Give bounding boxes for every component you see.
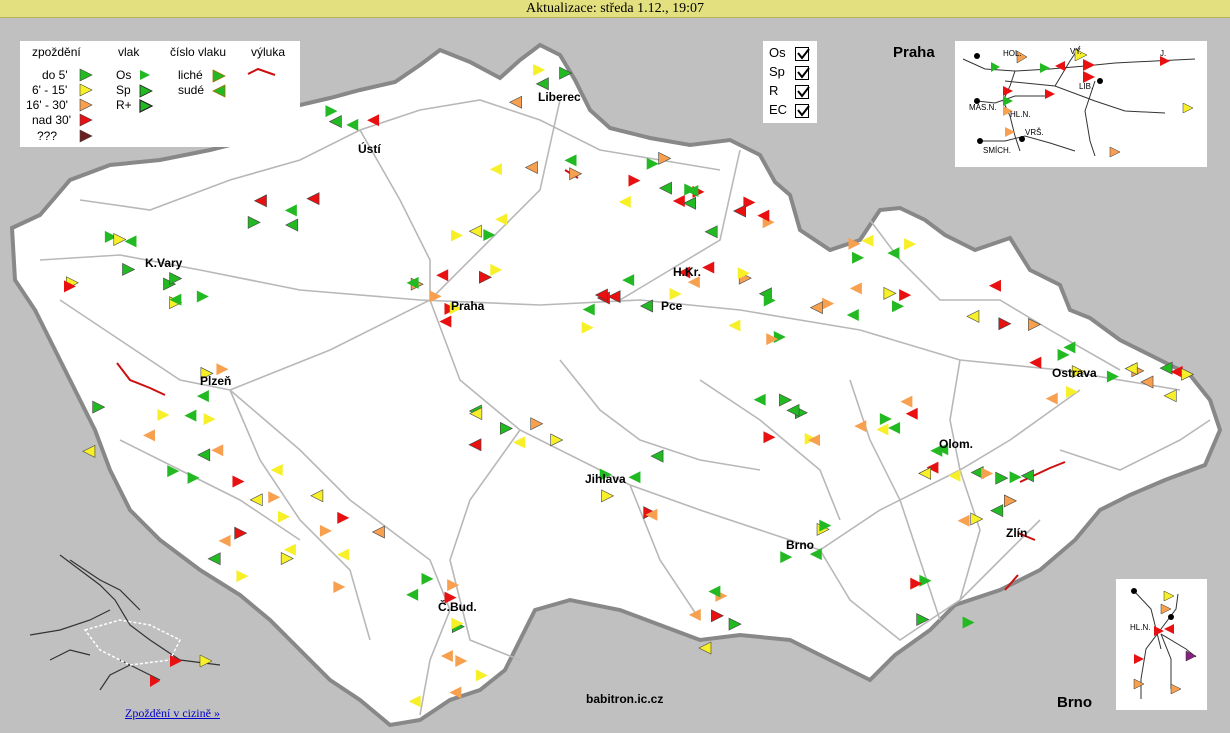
brno-inset[interactable]: HL.N. (1116, 579, 1207, 710)
site-url: babitron.ic.cz (586, 692, 664, 706)
brno-inset-label-hln: HL.N. (1130, 623, 1150, 632)
city-kvary: K.Vary (145, 256, 183, 270)
praha-inset-label-smich: SMÍCH. (983, 146, 1011, 155)
check-icon (797, 48, 810, 60)
legend-panel: zpoždění vlak číslo vlaku výluka do 5' 6… (20, 41, 300, 147)
check-icon (797, 105, 810, 117)
city-zlin: Zlín (1006, 526, 1028, 540)
praha-inset[interactable]: HOL. VY. J. LIB. MAS.N. HL.N. VRŠ. SMÍCH… (955, 41, 1207, 167)
city-jihlava: Jihlava (585, 472, 626, 486)
praha-inset-label-vrs: VRŠ. (1025, 128, 1044, 137)
praha-inset-map: HOL. VY. J. LIB. MAS.N. HL.N. VRŠ. SMÍCH… (962, 45, 1196, 158)
praha-inset-title: Praha (893, 44, 935, 61)
city-cbud: Č.Bud. (438, 600, 477, 614)
train-marker[interactable] (698, 641, 712, 655)
train-marker[interactable] (962, 616, 975, 629)
abroad-delays-link[interactable]: Zpoždění v cizině » (125, 706, 220, 721)
praha-inset-label-lib: LIB. (1079, 82, 1093, 91)
brno-inset-markers (1133, 590, 1197, 695)
legend-delay-arrows (79, 68, 93, 143)
train-marker[interactable] (82, 444, 96, 458)
legend-number-arrows (212, 69, 226, 98)
train-type-filter: Os Sp R EC (763, 41, 817, 123)
city-ostrava: Ostrava (1052, 366, 1097, 380)
check-icon (797, 67, 810, 79)
city-praha: Praha (451, 299, 485, 313)
filter-checkmarks (797, 48, 810, 117)
city-hkr: H.Kr. (673, 265, 702, 279)
city-plzen: Plzeň (200, 374, 232, 388)
brno-inset-title: Brno (1057, 694, 1092, 711)
update-header: Aktualizace: středa 1.12., 19:07 (0, 0, 1230, 18)
praha-inset-label-masn: MAS.N. (969, 103, 997, 112)
city-liberec: Liberec (538, 90, 581, 104)
praha-inset-label-j: J. (1160, 49, 1166, 58)
legend-symbols (79, 67, 276, 143)
city-pce: Pce (661, 299, 683, 313)
praha-inset-label-vy: VY. (1070, 47, 1082, 56)
abroad-minimap (30, 554, 221, 691)
city-olomouc: Olom. (939, 437, 974, 451)
praha-inset-label-hln: HL.N. (1010, 110, 1030, 119)
praha-inset-label-hol: HOL. (1003, 49, 1022, 58)
city-brno: Brno (786, 538, 814, 552)
brno-inset-map: HL.N. (1130, 588, 1197, 699)
legend-train-arrows (139, 70, 154, 113)
city-usti: Ústí (358, 142, 381, 156)
check-icon (797, 86, 810, 98)
legend-closure-line (247, 67, 276, 76)
